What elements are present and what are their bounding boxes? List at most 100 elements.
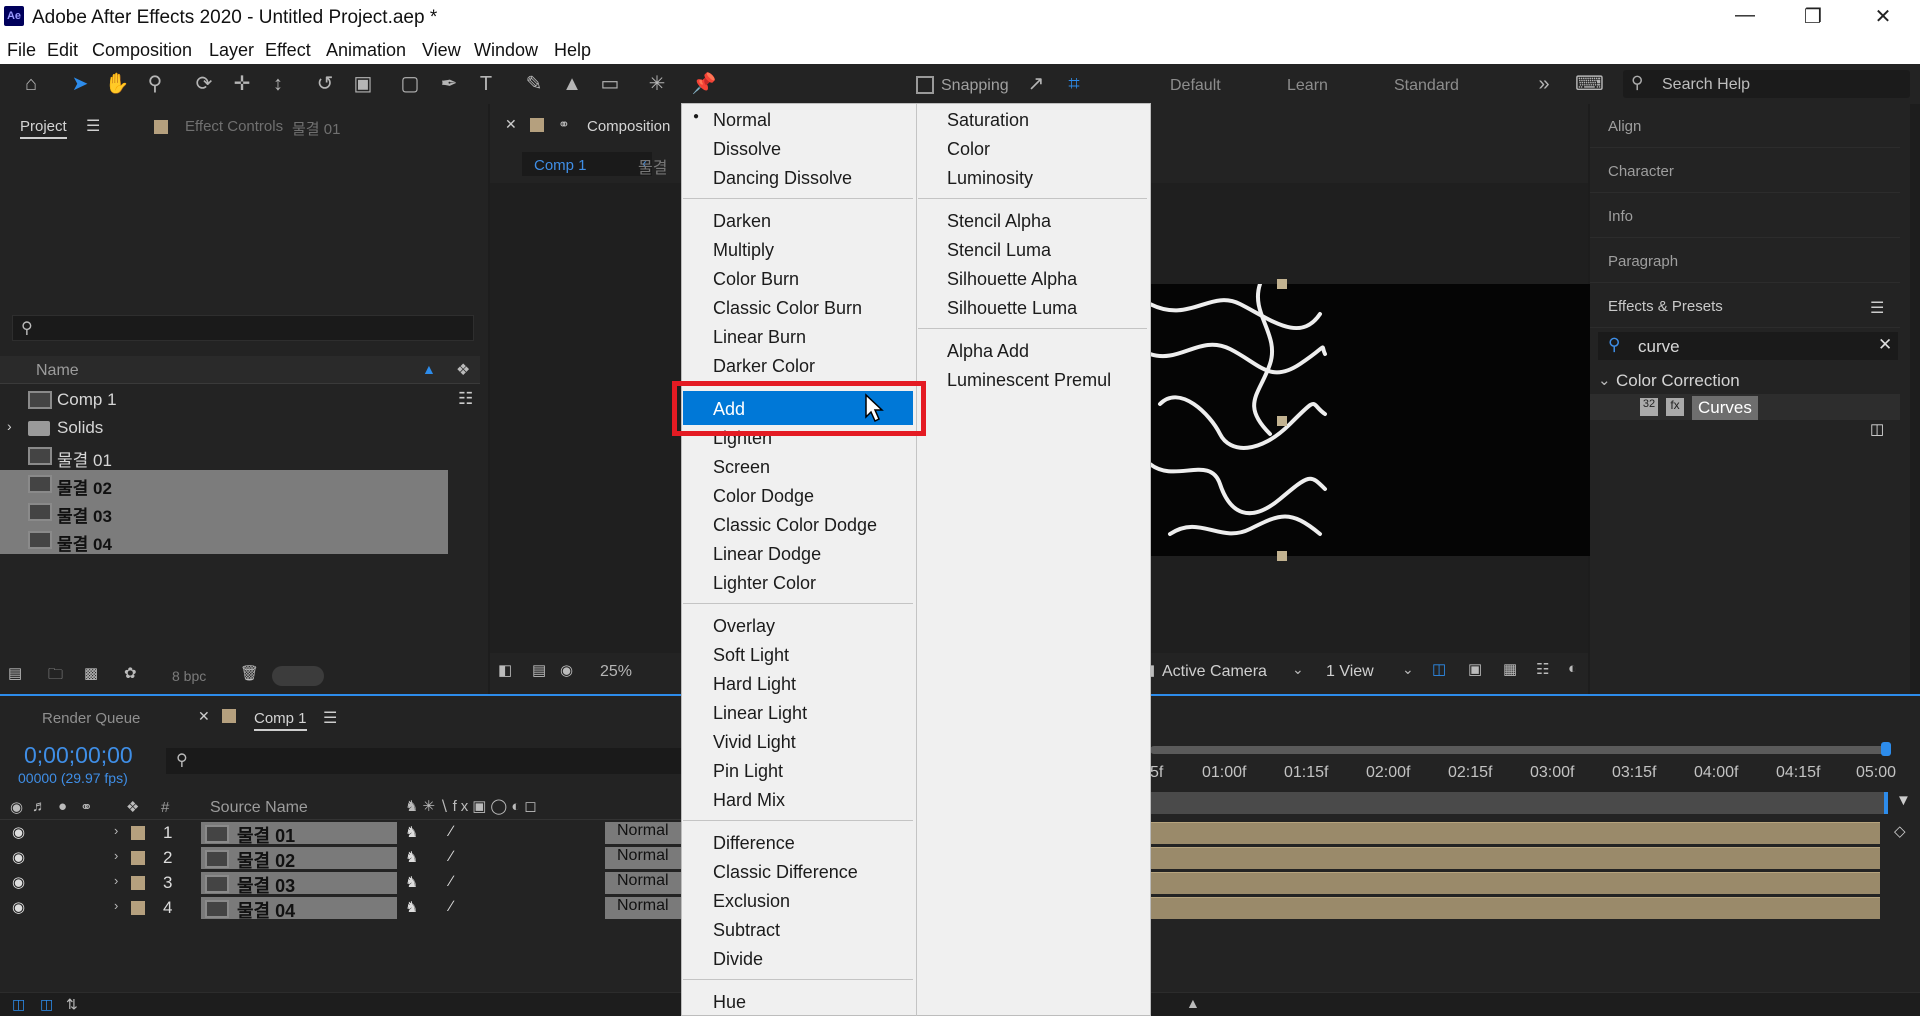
zoom-tool-icon[interactable]: ⚲ (141, 70, 169, 98)
menu-item-dissolve[interactable]: Dissolve (713, 139, 781, 160)
layer-duration-bar[interactable] (1150, 847, 1880, 869)
current-timecode[interactable]: 0;00;00;00 (24, 742, 133, 769)
layer-mode-dropdown[interactable]: Normal (605, 897, 681, 919)
menu-item-difference[interactable]: Difference (713, 833, 795, 854)
transfer-controls-toggle-icon[interactable]: ◫ (40, 996, 53, 1013)
menu-item-classic-color-dodge[interactable]: Classic Color Dodge (713, 515, 877, 536)
speaker-icon[interactable]: ♬ (32, 798, 47, 815)
tab-project[interactable]: Project (20, 118, 67, 139)
quality-switch-icon[interactable]: ∕ (450, 873, 453, 890)
brush-tool-icon[interactable]: ✎ (520, 70, 548, 98)
type-tool-icon[interactable]: T (472, 70, 500, 98)
layer-name-cell[interactable]: 물결 01 (201, 822, 397, 846)
snapping-checkbox[interactable] (916, 76, 934, 94)
menu-item-silhouette-alpha[interactable]: Silhouette Alpha (947, 269, 1077, 290)
project-item[interactable]: 물결 01 (0, 442, 455, 470)
zoom-in-mountain-icon[interactable]: ▲ (1186, 995, 1200, 1011)
solo-icon[interactable]: ● (58, 798, 67, 815)
project-search-input[interactable]: ⚲ (12, 315, 474, 341)
quality-switch-icon[interactable]: ∕ (450, 898, 453, 915)
project-item-folder[interactable]: › Solids (0, 414, 455, 442)
thumbnail-slider[interactable] (272, 666, 324, 686)
bit-depth-label[interactable]: 8 bpc (172, 668, 206, 684)
chevron-right-icon[interactable]: › (114, 848, 118, 863)
clear-search-icon[interactable]: ✕ (1878, 335, 1892, 355)
menu-item-pin-light[interactable]: Pin Light (713, 761, 783, 782)
tab-render-queue[interactable]: Render Queue (42, 710, 140, 727)
close-tab-icon[interactable]: ✕ (505, 116, 517, 133)
graph-editor-icon[interactable]: ⇅ (66, 996, 78, 1013)
chevron-right-icon[interactable]: › (114, 873, 118, 888)
menu-item-dancing-dissolve[interactable]: Dancing Dissolve (713, 168, 852, 189)
eye-icon[interactable]: ◉ (12, 873, 25, 891)
menu-item-classic-difference[interactable]: Classic Difference (713, 862, 858, 883)
layer-row[interactable]: ◉ › 4 물결 04 ♞ ∕ Normal (0, 895, 681, 921)
flowchart-icon[interactable]: ☷ (458, 389, 473, 409)
workspace-standard[interactable]: Standard (1394, 77, 1459, 95)
menu-file[interactable]: File (7, 40, 36, 61)
menu-item-stencil-alpha[interactable]: Stencil Alpha (947, 211, 1051, 232)
project-item[interactable]: 물결 02 (0, 470, 448, 498)
label-color-swatch[interactable] (131, 851, 145, 865)
menu-item-hard-mix[interactable]: Hard Mix (713, 790, 785, 811)
breadcrumb-comp[interactable]: Comp 1 (534, 157, 587, 174)
layer-duration-bar[interactable] (1150, 897, 1880, 919)
eraser-tool-icon[interactable]: ▭ (596, 70, 624, 98)
timeline-search-input[interactable]: ⚲ (166, 748, 686, 774)
lock-icon[interactable]: ⚭ (558, 116, 570, 133)
timeline-icon[interactable]: ▦ (1503, 660, 1517, 678)
menu-item-soft-light[interactable]: Soft Light (713, 645, 789, 666)
work-area-end-handle[interactable] (1881, 742, 1891, 756)
menu-item-luminosity[interactable]: Luminosity (947, 168, 1033, 189)
effects-search-input[interactable]: ⚲ curve ✕ (1598, 332, 1898, 360)
playhead[interactable] (1884, 792, 1888, 814)
menu-effect[interactable]: Effect (265, 40, 311, 61)
menu-composition[interactable]: Composition (92, 40, 192, 61)
pan-camera-icon[interactable]: ✛ (228, 70, 256, 98)
quality-switch-icon[interactable]: ∕ (450, 848, 453, 865)
menu-item-exclusion[interactable]: Exclusion (713, 891, 790, 912)
transform-handle[interactable] (1277, 551, 1287, 561)
always-preview-icon[interactable]: ◧ (498, 661, 512, 679)
restore-icon[interactable]: ❐ (1793, 4, 1833, 32)
menu-item-divide[interactable]: Divide (713, 949, 763, 970)
tab-effect-controls[interactable]: Effect Controls (185, 118, 283, 135)
orbit-camera-icon[interactable]: ⟳ (190, 70, 218, 98)
comp-breadcrumb[interactable]: Comp 1 ‹ (522, 152, 652, 176)
monitor-icon[interactable]: ▤ (532, 661, 546, 679)
puppet-pin-tool-icon[interactable]: 📌 (690, 70, 718, 98)
panel-menu-icon[interactable]: ☰ (323, 708, 337, 728)
panel-effects-presets[interactable]: Effects & Presets (1590, 284, 1900, 328)
menu-item-darken[interactable]: Darken (713, 211, 771, 232)
menu-item-darker-color[interactable]: Darker Color (713, 356, 815, 377)
trash-icon[interactable]: 🗑 (240, 664, 259, 682)
eye-icon[interactable]: ◉ (12, 848, 25, 866)
menu-item-alpha-add[interactable]: Alpha Add (947, 341, 1029, 362)
pan-behind-tool-icon[interactable]: ▣ (349, 70, 377, 98)
view-layout-dropdown[interactable]: 1 View ⌄ (1326, 659, 1418, 685)
reset-exposure-icon[interactable]: ◐ (1568, 660, 1577, 677)
chevron-right-icon[interactable]: › (114, 898, 118, 913)
comp-marker-bin-icon[interactable]: ▼ (1896, 792, 1911, 809)
layer-duration-bar[interactable] (1150, 822, 1880, 844)
layer-duration-bar[interactable] (1150, 872, 1880, 894)
panel-paragraph[interactable]: Paragraph (1590, 239, 1900, 283)
chevron-right-icon[interactable]: › (7, 418, 12, 434)
close-icon[interactable]: ✕ (1863, 4, 1903, 32)
menu-item-color-burn[interactable]: Color Burn (713, 269, 799, 290)
hand-tool-icon[interactable]: ✋ (103, 70, 131, 98)
new-bin-icon[interactable]: ◫ (1870, 420, 1884, 438)
menu-view[interactable]: View (422, 40, 461, 61)
menu-item-classic-color-burn[interactable]: Classic Color Burn (713, 298, 862, 319)
panel-align[interactable]: Align (1590, 104, 1900, 148)
layer-row[interactable]: ◉ › 1 물결 01 ♞ ∕ Normal (0, 820, 681, 846)
panel-menu-icon[interactable]: ☰ (1870, 298, 1884, 318)
column-source-name[interactable]: Source Name (210, 799, 308, 817)
menu-help[interactable]: Help (554, 40, 591, 61)
tab-composition[interactable]: Composition (587, 118, 670, 135)
layer-row[interactable]: ◉ › 3 물결 03 ♞ ∕ Normal (0, 870, 681, 896)
menu-item-screen[interactable]: Screen (713, 457, 770, 478)
rectangle-tool-icon[interactable]: ▢ (396, 70, 424, 98)
home-icon[interactable]: ⌂ (17, 70, 45, 98)
menu-item-color-dodge[interactable]: Color Dodge (713, 486, 814, 507)
